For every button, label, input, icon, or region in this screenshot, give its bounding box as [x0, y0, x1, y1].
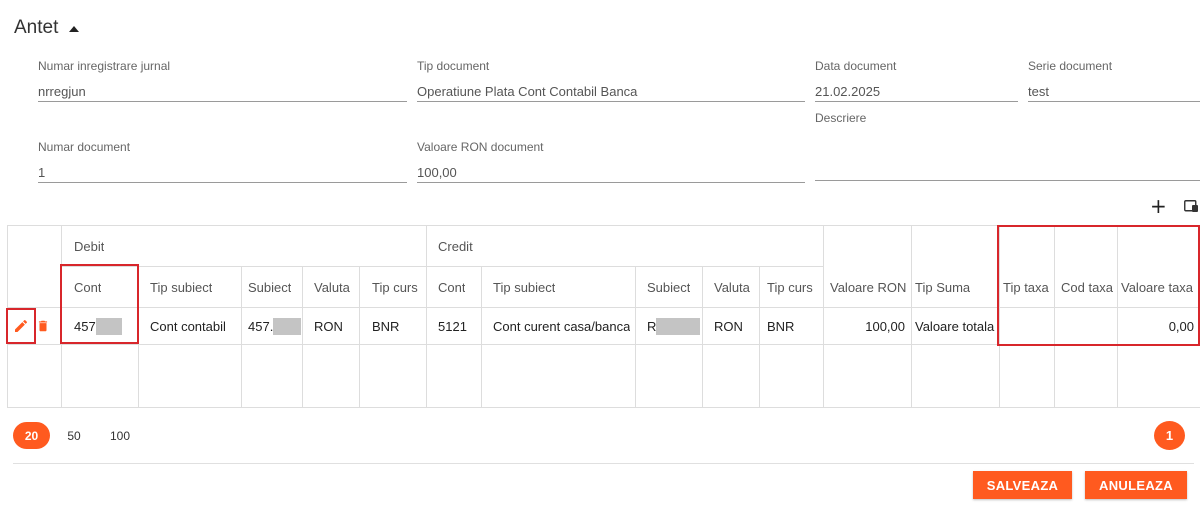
- valoare-ron-input[interactable]: 100,00: [417, 163, 805, 183]
- col-header-credit-tip-curs[interactable]: Tip curs: [767, 267, 813, 307]
- serie-document-input[interactable]: test: [1028, 82, 1200, 102]
- field-label: Tip document: [417, 59, 490, 73]
- numar-inregistrare-field[interactable]: Numar inregistrare jurnal nrregjun: [38, 59, 407, 102]
- cell-value: R: [647, 318, 657, 334]
- field-label: Serie document: [1028, 59, 1113, 73]
- page-size-100[interactable]: 100: [103, 422, 137, 449]
- row-valoare-ron[interactable]: 100,00: [824, 308, 905, 344]
- row-credit-cont[interactable]: 5121: [438, 308, 467, 344]
- col-header-debit-tip-curs[interactable]: Tip curs: [372, 267, 418, 307]
- section-title: Antet: [14, 17, 59, 38]
- collapse-caret-icon[interactable]: [69, 26, 80, 32]
- serie-document-field[interactable]: Serie document test: [1028, 59, 1200, 102]
- row-credit-tip-curs[interactable]: BNR: [767, 308, 794, 344]
- highlight-edit-action: [6, 308, 36, 344]
- row-credit-subiect[interactable]: R: [647, 308, 701, 344]
- column-chooser-icon[interactable]: [1184, 200, 1198, 212]
- section-header-antet[interactable]: Antet: [14, 17, 80, 39]
- field-label: Numar inregistrare jurnal: [38, 59, 171, 73]
- page-size-20[interactable]: 20: [13, 422, 50, 449]
- numar-document-input[interactable]: 1: [38, 163, 407, 183]
- field-label: Descriere: [815, 111, 867, 125]
- cancel-button[interactable]: ANULEAZA: [1085, 471, 1187, 499]
- col-header-credit-subiect[interactable]: Subiect: [647, 267, 690, 307]
- data-document-field[interactable]: Data document 21.02.2025: [815, 59, 1018, 102]
- row-credit-tip-subiect[interactable]: Cont curent casa/banca: [493, 308, 630, 344]
- valoare-ron-field[interactable]: Valoare RON document 100,00: [417, 140, 805, 183]
- descriere-field[interactable]: Descriere: [815, 111, 1200, 181]
- tip-document-input[interactable]: Operatiune Plata Cont Contabil Banca: [417, 82, 805, 102]
- data-document-input[interactable]: 21.02.2025: [815, 82, 1018, 102]
- highlight-tax-columns: [997, 225, 1200, 346]
- numar-document-field[interactable]: Numar document 1: [38, 140, 407, 183]
- page-size-50[interactable]: 50: [60, 422, 88, 449]
- col-header-debit-subiect[interactable]: Subiect: [248, 267, 291, 307]
- col-header-credit-tip-subiect[interactable]: Tip subiect: [493, 267, 555, 307]
- numar-inregistrare-input[interactable]: nrregjun: [38, 82, 407, 102]
- highlight-debit-cont-column: [60, 264, 139, 344]
- tip-document-field[interactable]: Tip document Operatiune Plata Cont Conta…: [417, 59, 805, 102]
- footer-divider: [13, 463, 1194, 464]
- row-debit-subiect[interactable]: 457.: [248, 308, 302, 344]
- col-header-tip-suma[interactable]: Tip Suma: [915, 267, 970, 307]
- add-row-icon[interactable]: +: [1150, 196, 1167, 216]
- field-label: Valoare RON document: [417, 140, 544, 154]
- cell-value: 457.: [248, 318, 274, 334]
- redacted-block: [273, 317, 302, 335]
- field-label: Numar document: [38, 140, 131, 154]
- col-header-debit-valuta[interactable]: Valuta: [314, 267, 350, 307]
- page-number-current[interactable]: 1: [1154, 421, 1185, 450]
- col-header-debit-tip-subiect[interactable]: Tip subiect: [150, 267, 212, 307]
- row-debit-tip-curs[interactable]: BNR: [372, 308, 399, 344]
- row-credit-valuta[interactable]: RON: [714, 308, 743, 344]
- row-tip-suma[interactable]: Valoare totala: [915, 308, 999, 344]
- field-label: Data document: [815, 59, 897, 73]
- col-header-credit-cont[interactable]: Cont: [438, 267, 465, 307]
- group-header-debit: Debit: [74, 238, 105, 254]
- col-header-valoare-ron[interactable]: Valoare RON: [830, 267, 906, 307]
- col-header-credit-valuta[interactable]: Valuta: [714, 267, 750, 307]
- descriere-input[interactable]: [815, 161, 1200, 181]
- redacted-block: [656, 317, 701, 335]
- row-debit-tip-subiect[interactable]: Cont contabil: [150, 308, 226, 344]
- save-button[interactable]: SALVEAZA: [973, 471, 1072, 499]
- delete-trash-icon[interactable]: [36, 318, 50, 334]
- row-debit-valuta[interactable]: RON: [314, 308, 343, 344]
- group-header-credit: Credit: [438, 238, 473, 254]
